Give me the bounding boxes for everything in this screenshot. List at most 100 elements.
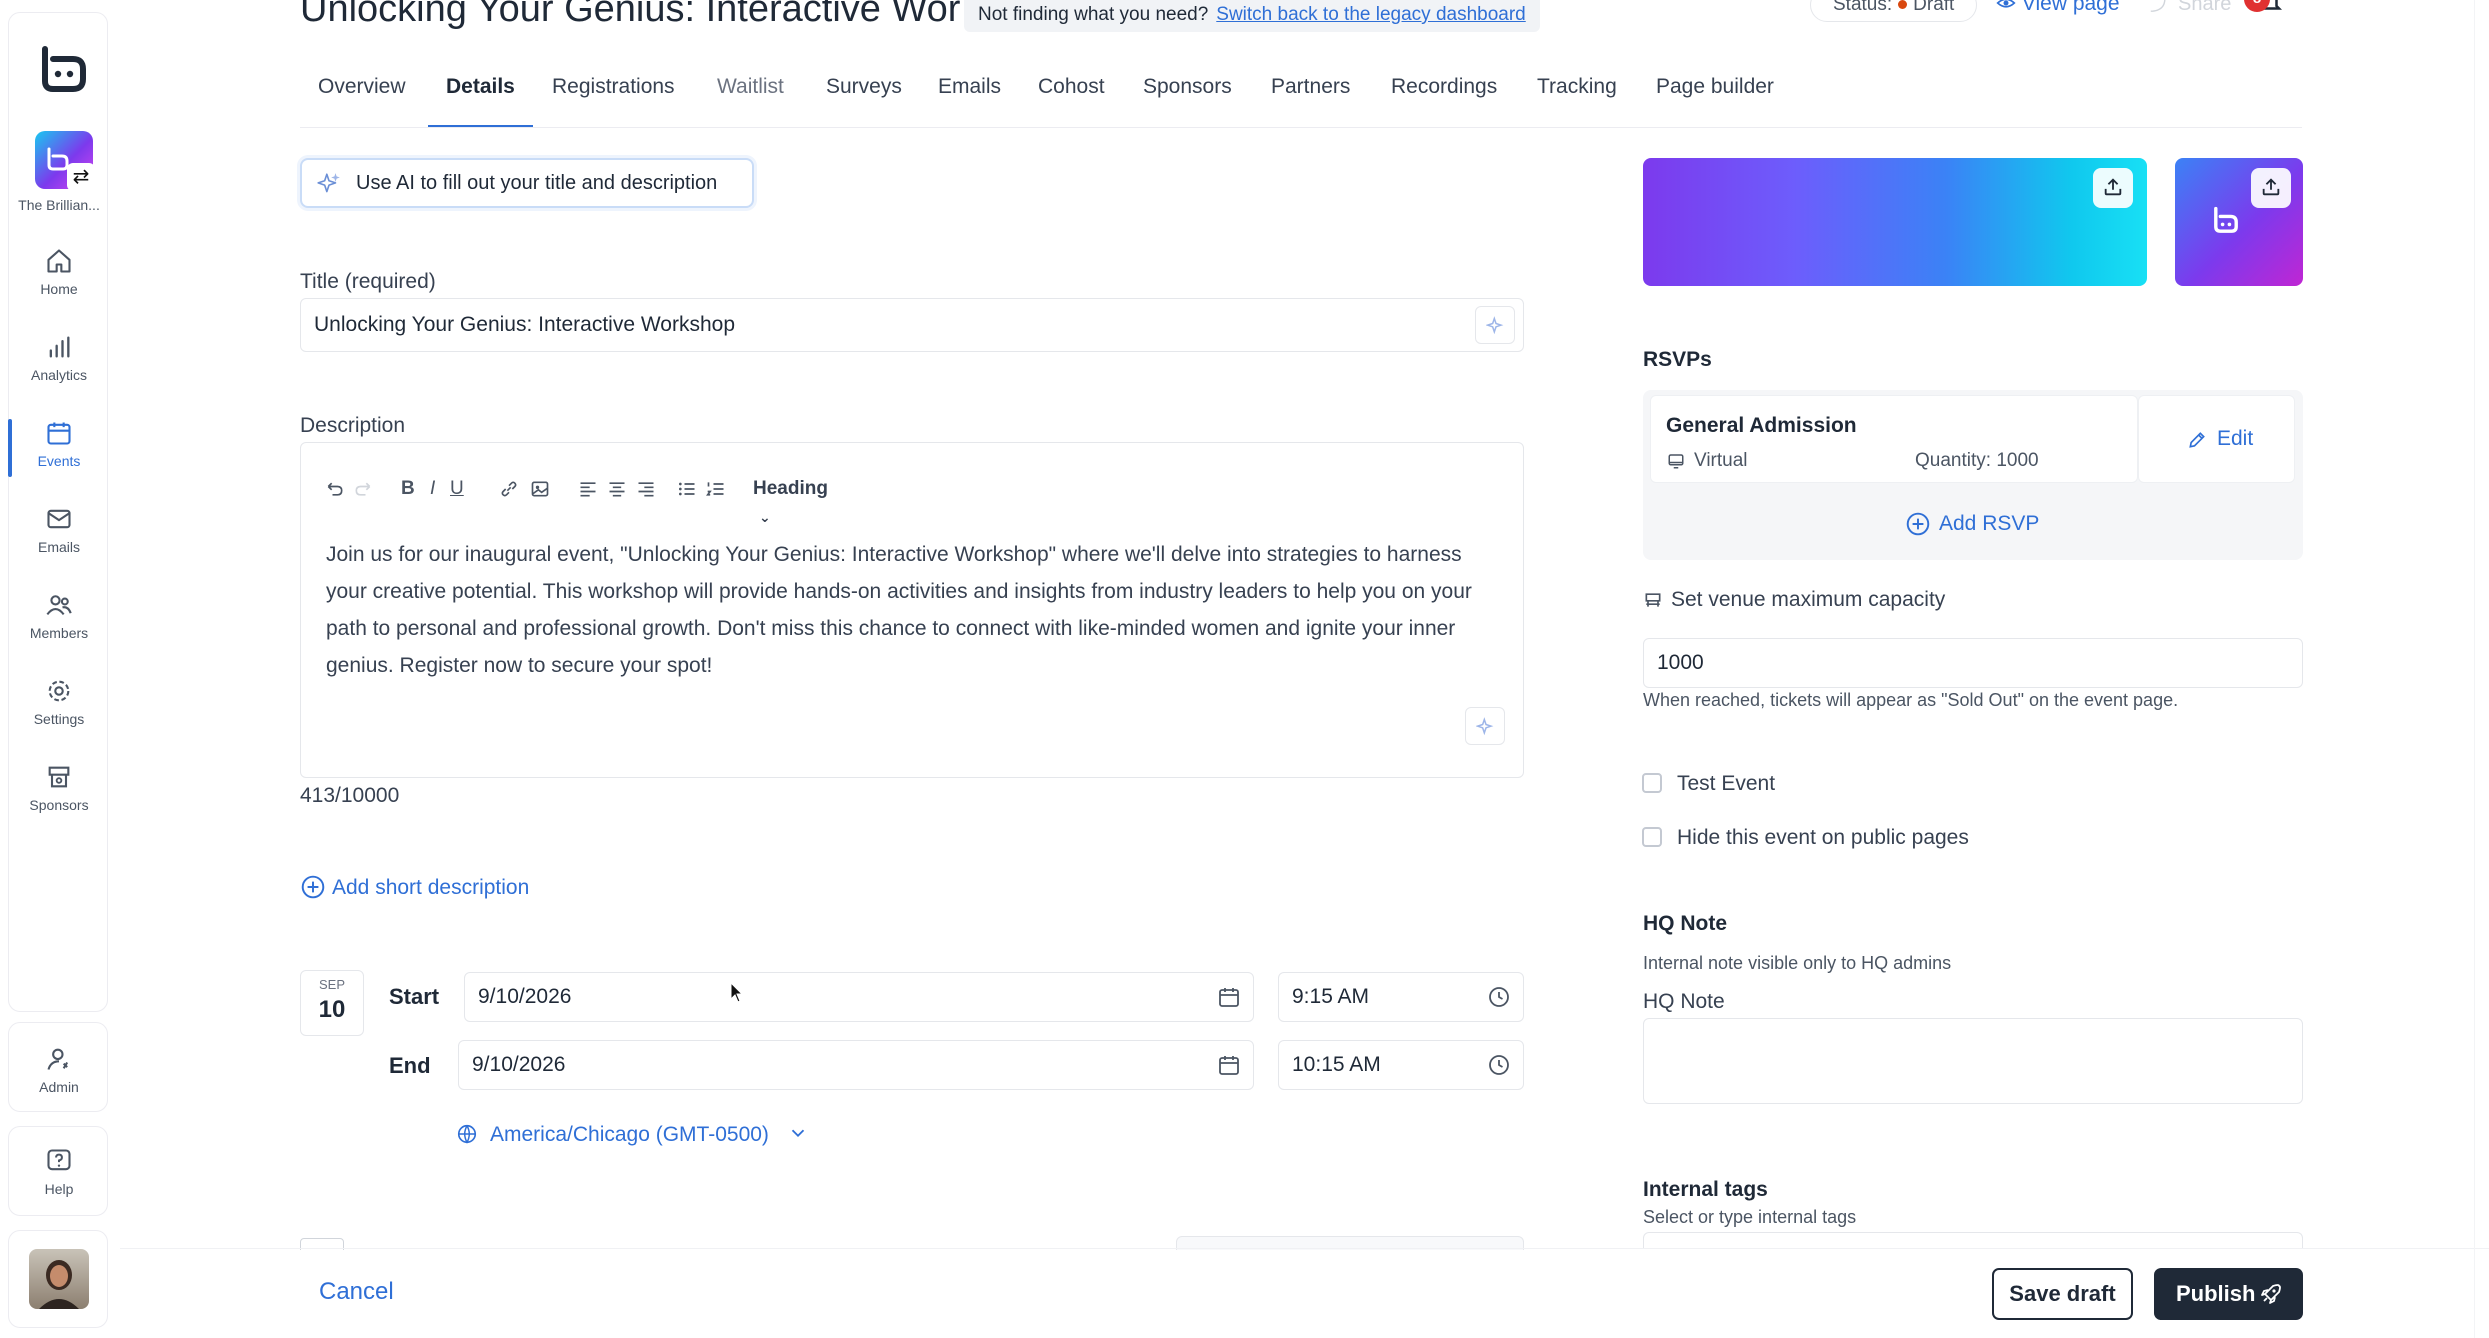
sidebar-item-sponsors[interactable]: Sponsors: [9, 763, 109, 841]
sidebar-item-home[interactable]: Home: [9, 247, 109, 325]
sparkle-icon: [1486, 316, 1504, 335]
notifications-button[interactable]: 8: [2244, 0, 2284, 16]
tab-overview[interactable]: Overview: [318, 70, 406, 128]
underline-button[interactable]: U: [450, 475, 464, 503]
active-indicator: [8, 419, 12, 477]
add-rsvp-button[interactable]: Add RSVP: [1905, 512, 2039, 537]
sidebar-item-admin[interactable]: Admin: [9, 1045, 109, 1123]
tab-recordings[interactable]: Recordings: [1391, 70, 1497, 128]
admin-icon: [47, 1048, 69, 1070]
calendar-icon[interactable]: [1217, 1053, 1241, 1077]
end-date-input[interactable]: 9/10/2026: [458, 1040, 1254, 1090]
add-short-description-button[interactable]: Add short description: [300, 875, 529, 900]
tab-registrations[interactable]: Registrations: [552, 70, 675, 128]
hq-note-heading: HQ Note: [1643, 912, 1727, 935]
align-left-button[interactable]: [578, 475, 598, 503]
ai-fill-label: Use AI to fill out your title and descri…: [356, 172, 718, 194]
align-center-button[interactable]: [607, 475, 627, 503]
status-badge[interactable]: Status: Draft: [1810, 0, 1978, 22]
timezone-select[interactable]: America/Chicago (GMT-0500): [456, 1123, 809, 1147]
undo-button[interactable]: [325, 475, 345, 503]
end-date-value: 9/10/2026: [472, 1053, 566, 1076]
start-label: Start: [389, 984, 440, 1009]
align-right-button[interactable]: [636, 475, 656, 503]
title-ai-button[interactable]: [1475, 306, 1515, 344]
description-editor[interactable]: B I U Heading ⌄ Join us for our inaugura…: [300, 442, 1524, 778]
tab-details[interactable]: Details: [428, 70, 533, 128]
sidebar-item-analytics[interactable]: Analytics: [9, 333, 109, 411]
start-date-value: 9/10/2026: [478, 985, 572, 1008]
redo-button[interactable]: [353, 475, 373, 503]
character-counter: 413/10000: [300, 784, 400, 807]
title-input[interactable]: Unlocking Your Genius: Interactive Works…: [300, 298, 1524, 352]
italic-button[interactable]: I: [430, 475, 435, 503]
sidebar-item-events[interactable]: Events: [8, 419, 109, 497]
ticket-name: General Admission: [1666, 414, 1857, 437]
publish-button[interactable]: Publish: [2154, 1268, 2303, 1320]
page-scrollbar[interactable]: [2474, 0, 2489, 1338]
bullet-list-button[interactable]: [677, 475, 697, 503]
clock-icon[interactable]: [1487, 1053, 1511, 1077]
sidebar-item-settings[interactable]: Settings: [9, 677, 109, 755]
description-text[interactable]: Join us for our inaugural event, "Unlock…: [326, 536, 1496, 684]
sidebar-item-label: Analytics: [30, 367, 88, 383]
avatar[interactable]: [29, 1249, 89, 1309]
bold-button[interactable]: B: [401, 475, 415, 503]
legacy-dashboard-link[interactable]: Switch back to the legacy dashboard: [1216, 4, 1525, 25]
image-button[interactable]: [530, 475, 550, 503]
sidebar-item-members[interactable]: Members: [9, 591, 109, 669]
internal-tags-input[interactable]: [1643, 1232, 2303, 1248]
status-label: Status:: [1833, 0, 1893, 15]
test-event-checkbox[interactable]: [1642, 773, 1662, 793]
tab-surveys[interactable]: Surveys: [826, 70, 902, 128]
pencil-icon: [2189, 432, 2205, 448]
page-title: Unlocking Your Genius: Interactive Wor: [300, 0, 961, 30]
tab-cohost[interactable]: Cohost: [1038, 70, 1105, 128]
sidebar-item-label: Help: [44, 1181, 74, 1197]
capacity-label: Set venue maximum capacity: [1671, 588, 1946, 611]
save-draft-button[interactable]: Save draft: [1992, 1268, 2133, 1320]
start-time-input[interactable]: 9:15 AM: [1278, 972, 1524, 1022]
link-button[interactable]: [499, 475, 519, 503]
sidebar-item-emails[interactable]: Emails: [9, 505, 109, 583]
numbered-list-button[interactable]: [706, 475, 726, 503]
upload-icon: [2262, 178, 2280, 196]
cover-upload-button[interactable]: [2093, 168, 2133, 208]
thumbnail-upload-button[interactable]: [2251, 168, 2291, 208]
end-time-input[interactable]: 10:15 AM: [1278, 1040, 1524, 1090]
tab-page-builder[interactable]: Page builder: [1656, 70, 1774, 128]
ai-fill-button[interactable]: Use AI to fill out your title and descri…: [300, 158, 754, 208]
legacy-banner: Not finding what you need? Switch back to…: [964, 0, 1540, 32]
org-switcher[interactable]: ⇄: [35, 131, 95, 191]
sidebar-item-help[interactable]: Help: [9, 1147, 109, 1225]
tab-partners[interactable]: Partners: [1271, 70, 1350, 128]
sidebar-item-label: Settings: [33, 711, 85, 727]
thumbnail-image[interactable]: [2175, 158, 2303, 286]
app-logo-icon[interactable]: [35, 41, 91, 97]
description-ai-button[interactable]: [1465, 707, 1505, 745]
capacity-heading: Set venue maximum capacity: [1643, 588, 1945, 612]
heading-select[interactable]: Heading ⌄: [753, 475, 828, 525]
rocket-icon: [2261, 1284, 2281, 1304]
capacity-input[interactable]: 1000: [1643, 638, 2303, 688]
share-button[interactable]: ⤴ Share: [2150, 0, 2231, 20]
numbered-list-icon: [706, 482, 724, 496]
hide-event-checkbox[interactable]: [1642, 827, 1662, 847]
heading-select-value: Heading: [753, 478, 828, 499]
date-badge-month: SEP: [318, 977, 345, 992]
clock-icon[interactable]: [1487, 985, 1511, 1009]
tab-waitlist[interactable]: Waitlist: [717, 70, 784, 128]
cover-image[interactable]: [1643, 158, 2147, 286]
hq-note-textarea[interactable]: [1643, 1018, 2303, 1104]
view-page-link[interactable]: View page: [1996, 0, 2120, 20]
tab-sponsors[interactable]: Sponsors: [1143, 70, 1232, 128]
cancel-button[interactable]: Cancel: [319, 1278, 394, 1306]
gear-icon: [48, 680, 70, 702]
start-date-input[interactable]: 9/10/2026: [464, 972, 1254, 1022]
tab-tracking[interactable]: Tracking: [1537, 70, 1617, 128]
ticket-card[interactable]: General Admission Virtual Quantity: 1000: [1650, 395, 2138, 483]
edit-rsvp-button[interactable]: Edit: [2138, 395, 2295, 483]
calendar-icon[interactable]: [1217, 985, 1241, 1009]
venue-icon: [1645, 593, 1661, 607]
tab-emails[interactable]: Emails: [938, 70, 1001, 128]
